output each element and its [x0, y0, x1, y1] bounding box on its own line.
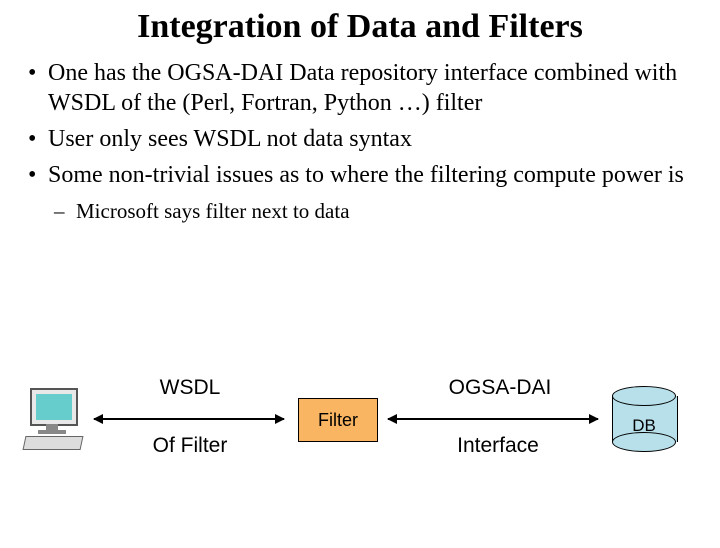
list-item: User only sees WSDL not data syntax	[20, 124, 700, 154]
filter-label: Filter	[318, 410, 358, 431]
list-subitem: Microsoft says filter next to data	[20, 198, 700, 224]
ogsa-label-bottom: Interface	[448, 434, 548, 458]
ogsa-label-top: OGSA-DAI	[440, 376, 560, 400]
arrow-icon	[388, 418, 598, 420]
wsdl-label-top: WSDL	[150, 376, 230, 400]
db-label: DB	[612, 416, 676, 436]
slide-title: Integration of Data and Filters	[0, 8, 720, 46]
database-icon: DB	[612, 386, 676, 452]
wsdl-label-bottom: Of Filter	[150, 434, 230, 458]
bullet-list: One has the OGSA-DAI Data repository int…	[20, 58, 700, 224]
list-item: Some non-trivial issues as to where the …	[20, 160, 700, 190]
diagram: WSDL Of Filter Filter OGSA-DAI Interface…	[0, 368, 720, 528]
list-item: One has the OGSA-DAI Data repository int…	[20, 58, 700, 118]
arrow-icon	[94, 418, 284, 420]
filter-box: Filter	[298, 398, 378, 442]
computer-icon	[24, 388, 86, 446]
